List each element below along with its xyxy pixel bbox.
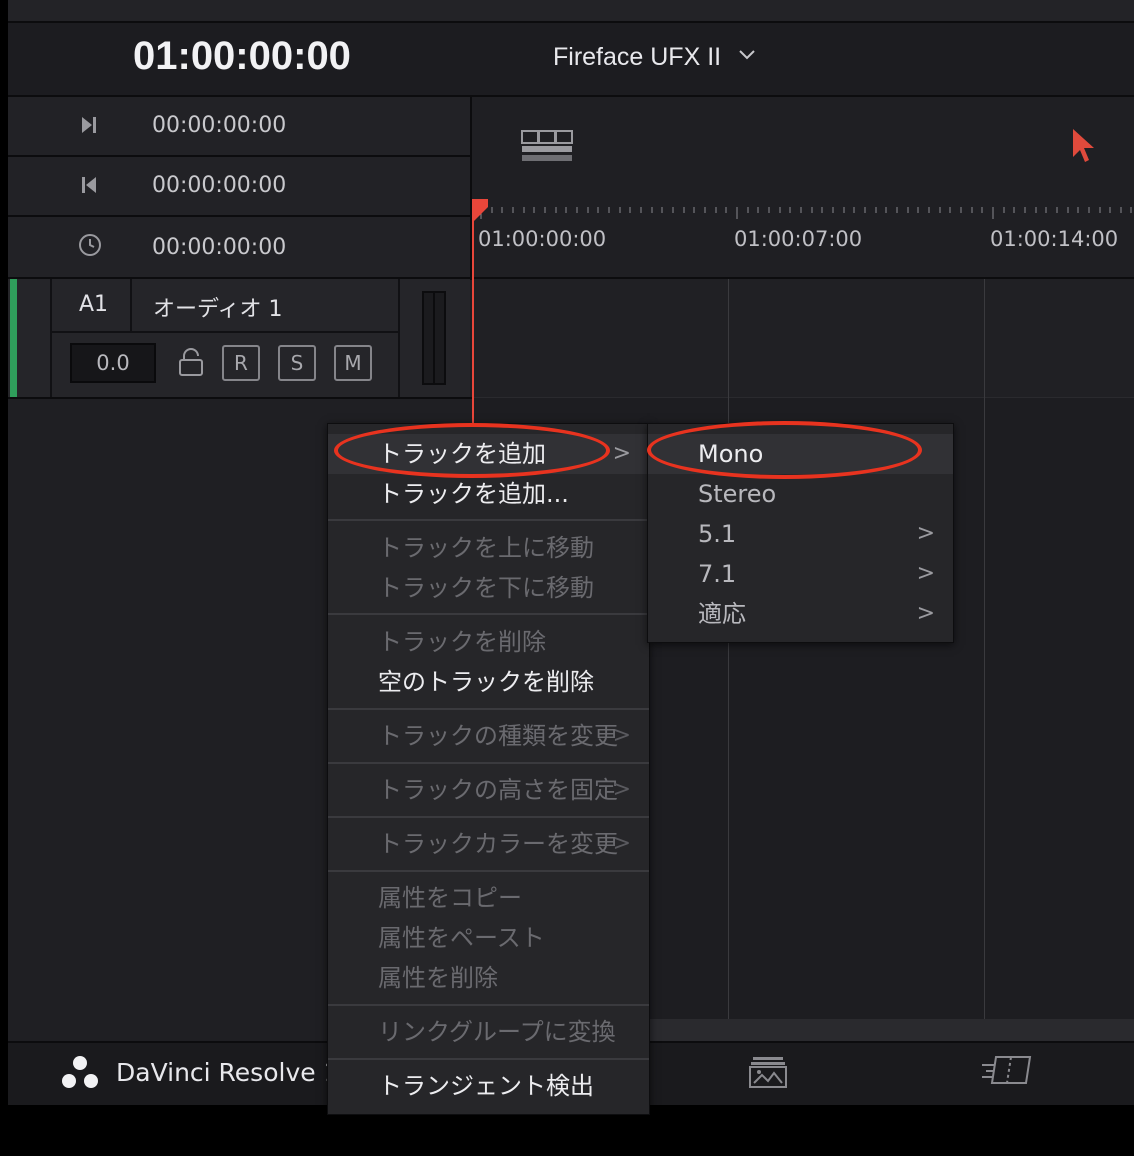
mark-in-icon[interactable] xyxy=(80,115,98,139)
mute-button[interactable]: M xyxy=(334,345,372,381)
menu-item-add-track[interactable]: トラックを追加 > xyxy=(328,434,649,474)
duration-clock-icon xyxy=(78,233,102,261)
mark-out-timecode[interactable]: 00:00:00:00 xyxy=(152,173,286,198)
submenu-item-label: Mono xyxy=(698,440,764,468)
chevron-right-icon: > xyxy=(612,831,631,856)
menu-item-label: トラックを削除 xyxy=(378,628,546,656)
mark-out-icon[interactable] xyxy=(80,175,98,199)
menu-item-delete-attributes[interactable]: 属性を削除 xyxy=(328,958,649,998)
ruler-ticks xyxy=(480,207,1132,219)
device-label: Fireface UFX II xyxy=(553,43,722,71)
track-color-bar xyxy=(10,279,17,397)
media-page-icon[interactable] xyxy=(749,1055,787,1093)
top-strip xyxy=(8,0,1134,22)
track-lane-a1[interactable] xyxy=(472,279,1134,398)
davinci-logo-icon xyxy=(60,1054,100,1094)
submenu-item-stereo[interactable]: Stereo xyxy=(648,474,953,514)
menu-item-label: 属性を削除 xyxy=(378,964,498,992)
submenu-item-label: 適応 xyxy=(698,600,746,628)
volume-value: 0.0 xyxy=(96,351,130,375)
volume-field[interactable]: 0.0 xyxy=(70,343,156,383)
menu-item-change-track-color[interactable]: トラックカラーを変更 > xyxy=(328,824,649,864)
submenu-item-adaptive[interactable]: 適応 > xyxy=(648,594,953,634)
ruler-label: 01:00:00:00 xyxy=(478,227,607,251)
menu-item-label: トラックを上に移動 xyxy=(378,534,594,562)
cursor-pointer-icon xyxy=(1071,127,1097,169)
submenu-item-mono[interactable]: Mono xyxy=(648,434,953,474)
track-name[interactable]: オーディオ 1 xyxy=(153,291,282,323)
record-arm-button[interactable]: R xyxy=(222,345,260,381)
track-level-meter xyxy=(422,291,446,385)
menu-item-label: トラックを追加... xyxy=(378,480,569,508)
track-id: A1 xyxy=(79,292,109,317)
menu-item-label: トラックの高さを固定 xyxy=(378,776,618,804)
mark-in-row: 00:00:00:00 xyxy=(8,97,470,155)
submenu-item-5-1[interactable]: 5.1 > xyxy=(648,514,953,554)
submenu-item-label: Stereo xyxy=(698,480,777,508)
duration-timecode[interactable]: 00:00:00:00 xyxy=(152,235,286,260)
chevron-right-icon: > xyxy=(612,777,631,802)
ruler-label: 01:00:14:00 xyxy=(990,227,1119,251)
menu-item-label: トラックカラーを変更 xyxy=(378,830,618,858)
master-timecode: 01:00:00:00 xyxy=(133,34,351,78)
app-name: DaVinci Resolve 1 xyxy=(116,1058,340,1087)
deliver-page-icon[interactable] xyxy=(980,1053,1034,1091)
chevron-down-icon xyxy=(738,46,756,65)
time-ruler[interactable]: 01:00:00:00 01:00:07:00 01:00:14:00 xyxy=(472,199,1134,277)
menu-item-add-tracks[interactable]: トラックを追加... xyxy=(328,474,649,514)
menu-item-label: 属性をコピー xyxy=(378,884,522,912)
playhead-handle[interactable] xyxy=(472,199,488,225)
menu-item-label: 属性をペースト xyxy=(378,924,545,952)
chevron-right-icon: > xyxy=(612,723,631,748)
menu-item-label: リンクグループに変換 xyxy=(378,1018,616,1046)
timeline-view-icon[interactable] xyxy=(521,130,573,166)
track-context-menu: トラックを追加 > トラックを追加... トラックを上に移動 トラックを下に移動… xyxy=(327,423,650,1115)
menu-item-change-track-type[interactable]: トラックの種類を変更 > xyxy=(328,716,649,756)
menu-item-lock-track-height[interactable]: トラックの高さを固定 > xyxy=(328,770,649,810)
menu-item-delete-track[interactable]: トラックを削除 xyxy=(328,622,649,662)
menu-item-move-up[interactable]: トラックを上に移動 xyxy=(328,528,649,568)
menu-item-label: トラックの種類を変更 xyxy=(378,722,618,750)
mark-in-timecode[interactable]: 00:00:00:00 xyxy=(152,113,286,138)
add-track-submenu: Mono Stereo 5.1 > 7.1 > 適応 > xyxy=(647,423,954,643)
menu-item-label: トラックを下に移動 xyxy=(378,574,594,602)
mark-out-row: 00:00:00:00 xyxy=(8,157,470,215)
submenu-item-label: 7.1 xyxy=(698,560,737,588)
chevron-right-icon: > xyxy=(916,521,935,546)
device-selector[interactable]: Fireface UFX II xyxy=(553,43,756,77)
chevron-right-icon: > xyxy=(916,601,935,626)
menu-item-move-down[interactable]: トラックを下に移動 xyxy=(328,568,649,608)
menu-item-paste-attributes[interactable]: 属性をペースト xyxy=(328,918,649,958)
menu-item-detect-transients[interactable]: トランジェント検出 xyxy=(328,1066,649,1106)
gridline xyxy=(728,279,729,1019)
chevron-right-icon: > xyxy=(612,441,631,466)
menu-item-convert-link-group[interactable]: リンクグループに変換 xyxy=(328,1012,649,1052)
menu-item-label: トラックを追加 xyxy=(378,440,546,468)
gridline xyxy=(984,279,985,1019)
solo-button[interactable]: S xyxy=(278,345,316,381)
menu-item-delete-empty-tracks[interactable]: 空のトラックを削除 xyxy=(328,662,649,702)
chevron-right-icon: > xyxy=(916,561,935,586)
duration-row: 00:00:00:00 xyxy=(8,217,470,277)
menu-item-label: 空のトラックを削除 xyxy=(378,668,594,696)
lock-icon[interactable] xyxy=(178,347,204,381)
menu-item-copy-attributes[interactable]: 属性をコピー xyxy=(328,878,649,918)
menu-item-label: トランジェント検出 xyxy=(378,1072,594,1100)
playhead[interactable] xyxy=(472,199,474,425)
ruler-label: 01:00:07:00 xyxy=(734,227,863,251)
submenu-item-7-1[interactable]: 7.1 > xyxy=(648,554,953,594)
submenu-item-label: 5.1 xyxy=(698,520,737,548)
track-header-a1[interactable]: A1 オーディオ 1 0.0 R S M xyxy=(8,279,470,397)
